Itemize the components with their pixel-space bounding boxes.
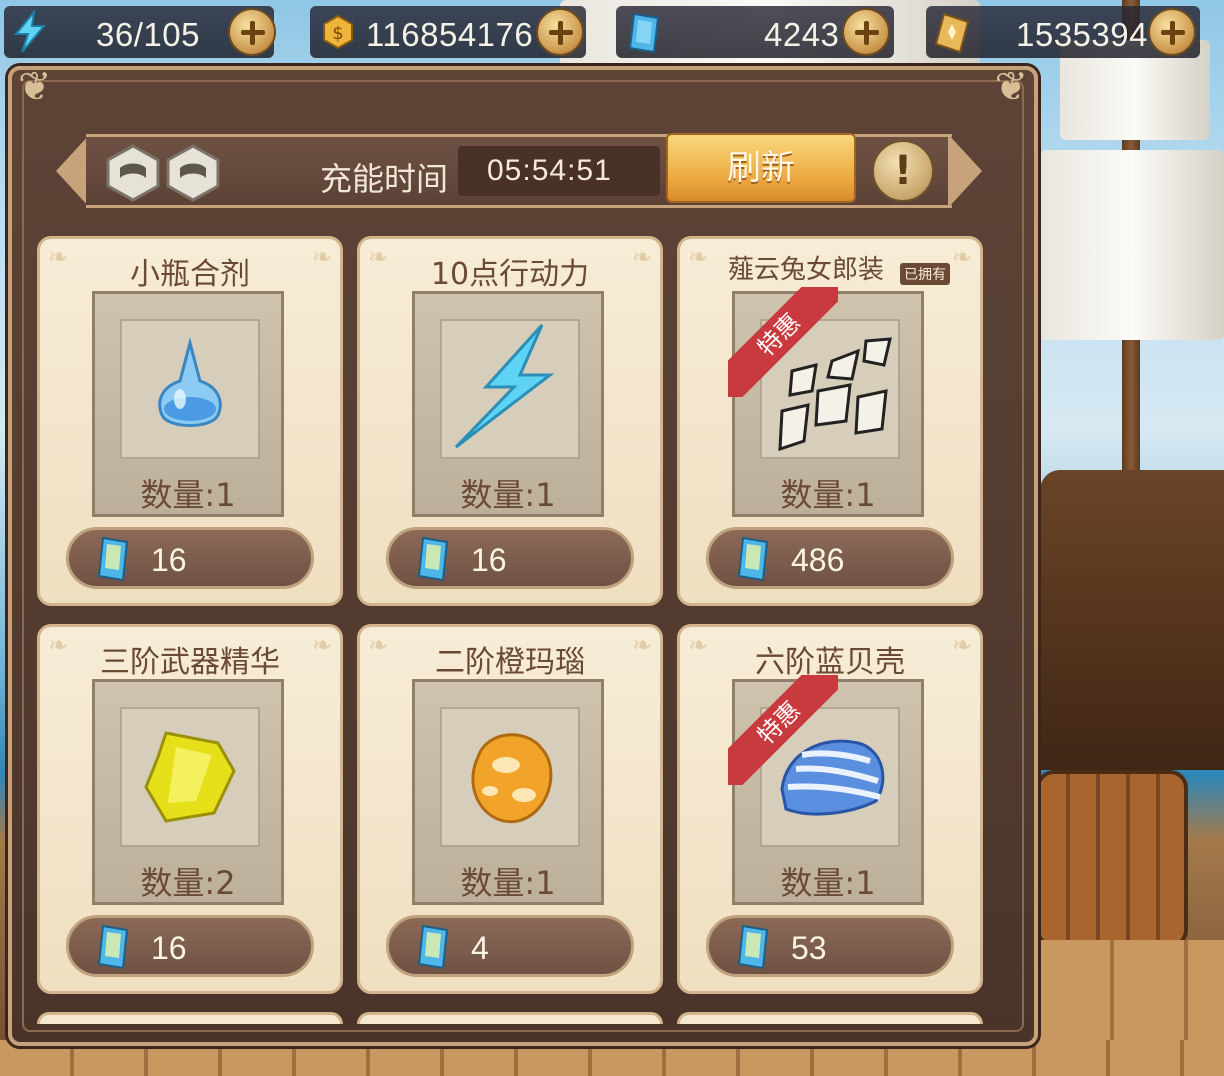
buy-button[interactable]: 16 (66, 527, 314, 589)
scroll-badge-icon (166, 144, 220, 202)
stamina-counter: 36/105 (4, 6, 276, 58)
shop-item-card[interactable]: ❧ ❧ 薤云兔女郎装 已拥有 数量:1 特惠 486 (677, 236, 983, 606)
item-name: 10点行动力 (430, 257, 590, 292)
potion-bottle-icon (158, 337, 222, 427)
item-price: 486 (791, 542, 845, 578)
item-price: 16 (471, 542, 507, 578)
item-quantity: 数量:1 (780, 864, 876, 902)
discount-ribbon: 特惠 (728, 675, 838, 785)
refresh-button[interactable]: 刷新 (666, 133, 856, 203)
shop-item-card-partial[interactable] (677, 1012, 983, 1024)
buy-button[interactable]: 53 (706, 915, 954, 977)
lightning-bolt-icon (454, 323, 555, 449)
item-frame: 数量:1 (92, 291, 284, 517)
coin-value: 116854176 (366, 16, 534, 53)
item-name: 二阶橙玛瑙 (435, 645, 585, 680)
item-frame: 数量:2 (92, 679, 284, 905)
shop-item-card[interactable]: ❧ ❧ 小瓶合剂 数量:1 16 (37, 236, 343, 606)
svg-text:$: $ (332, 23, 343, 44)
item-price: 4 (471, 930, 489, 966)
gem-icon (737, 536, 769, 582)
add-coins-button[interactable] (536, 8, 584, 56)
shop-item-card[interactable]: ❧ ❧ 三阶武器精华 数量:2 16 (37, 624, 343, 994)
shop-item-card[interactable]: ❧ ❧ 10点行动力 数量:1 16 (357, 236, 663, 606)
gem-icon (628, 12, 660, 54)
item-frame: 数量:1 (412, 679, 604, 905)
add-gems-button[interactable] (842, 8, 890, 56)
item-price: 16 (151, 930, 187, 966)
item-quantity: 数量:1 (460, 476, 556, 514)
owned-badge: 已拥有 (900, 263, 950, 285)
ticket-icon (934, 12, 970, 54)
stamina-value: 36/105 (96, 16, 200, 53)
shop-item-card-partial[interactable] (357, 1012, 663, 1024)
gem-icon (97, 536, 129, 582)
flourish-right-ornament: ❦ (994, 64, 1028, 110)
flourish-left-ornament: ❦ (18, 64, 52, 110)
item-name: 三阶武器精华 (100, 645, 280, 680)
charge-timer: 05:54:51 (487, 154, 612, 187)
orange-agate-icon (471, 733, 553, 824)
add-vouchers-button[interactable] (1148, 8, 1196, 56)
item-quantity: 数量:1 (140, 476, 236, 514)
item-frame: 数量:1 (412, 291, 604, 517)
item-quantity: 数量:2 (140, 864, 236, 902)
item-price: 53 (791, 930, 827, 966)
shop-item-card-partial[interactable] (37, 1012, 343, 1024)
discount-ribbon: 特惠 (728, 287, 838, 397)
item-quantity: 数量:1 (780, 476, 876, 514)
buy-button[interactable]: 4 (386, 915, 634, 977)
shop-item-card[interactable]: ❧ ❧ 二阶橙玛瑙 数量:1 4 (357, 624, 663, 994)
buy-button[interactable]: 486 (706, 527, 954, 589)
item-quantity: 数量:1 (460, 864, 556, 902)
gem-icon (417, 536, 449, 582)
item-price: 16 (151, 542, 187, 578)
gem-counter: 4243 (616, 6, 894, 58)
voucher-counter: 1535394 (926, 6, 1200, 58)
gem-icon (737, 924, 769, 970)
charge-time-label: 充能时间 (320, 160, 449, 198)
item-name: 小瓶合剂 (130, 257, 250, 292)
coin-counter: $ 116854176 (310, 6, 586, 58)
gem-value: 4243 (764, 16, 840, 53)
gem-icon (417, 924, 449, 970)
shop-item-card[interactable]: ❧ ❧ 六阶蓝贝壳 数量:1 特惠 53 (677, 624, 983, 994)
buy-button[interactable]: 16 (66, 915, 314, 977)
voucher-value: 1535394 (1016, 16, 1148, 53)
coin-icon: $ (323, 14, 353, 50)
gem-icon (97, 924, 129, 970)
yellow-crystal-icon (144, 731, 236, 823)
lightning-icon (13, 10, 47, 53)
buy-button[interactable]: 16 (386, 527, 634, 589)
info-button[interactable]: ! (872, 140, 934, 202)
add-stamina-button[interactable] (228, 8, 276, 56)
scroll-badge-icon (106, 144, 160, 202)
